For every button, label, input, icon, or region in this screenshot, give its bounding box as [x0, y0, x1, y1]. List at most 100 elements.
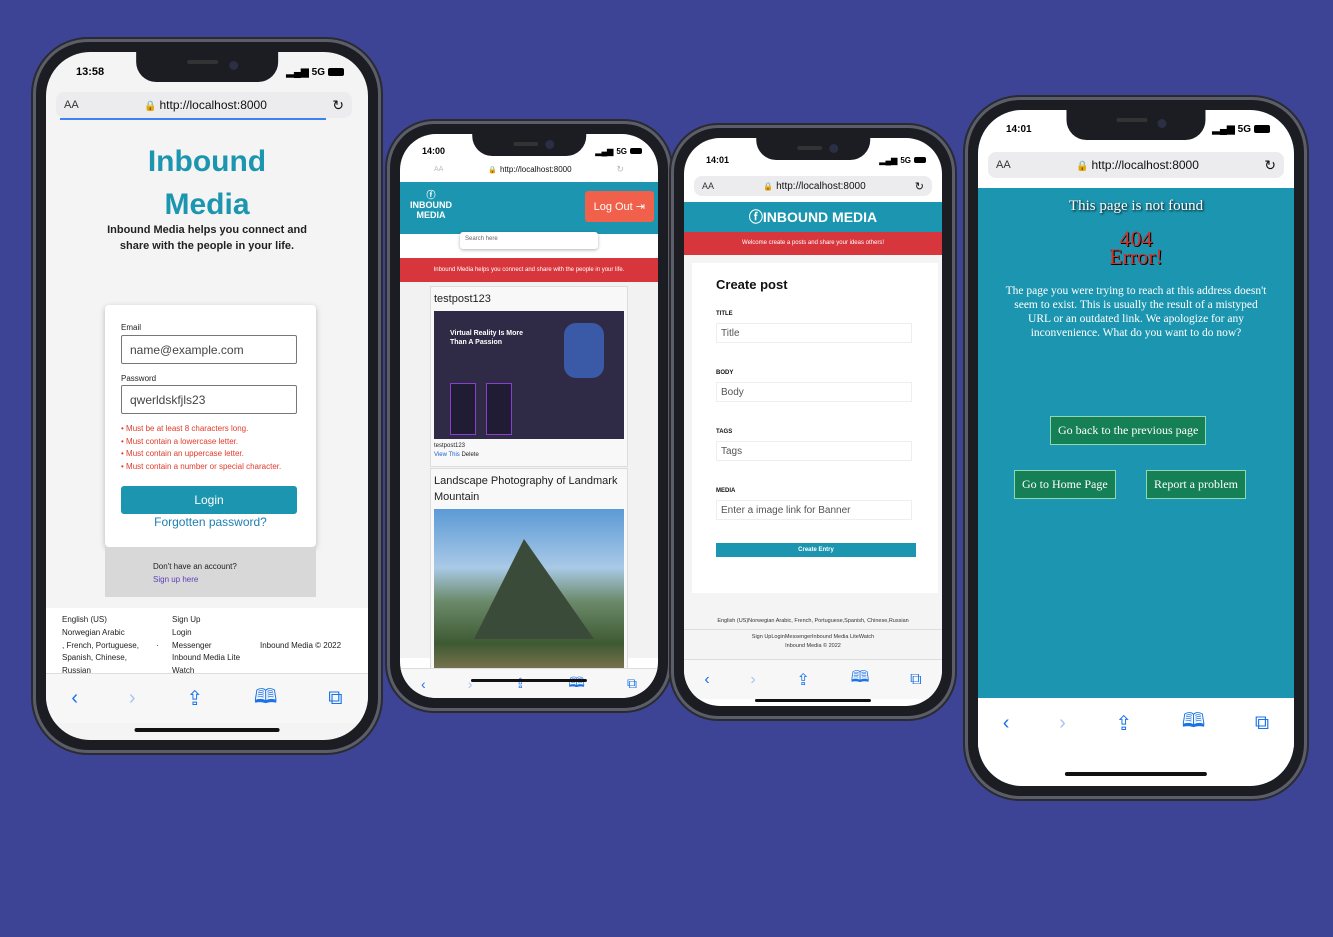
reload-icon[interactable]: ↻	[616, 164, 624, 175]
not-found-page: This page is not found 404 Error! The pa…	[978, 188, 1294, 698]
delete-link[interactable]: Delete	[461, 452, 478, 458]
url-display[interactable]: 🔒 http://localhost:8000	[1076, 158, 1199, 172]
reader-button[interactable]: AA	[434, 166, 443, 173]
browser-toolbar: ‹ › ⇪ 🕮 ⧉	[400, 668, 658, 698]
home-indicator	[1064, 772, 1208, 776]
share-icon[interactable]: ⇪	[796, 670, 809, 690]
header-title[interactable]: INBOUND MEDIA	[763, 209, 877, 225]
url-display[interactable]: 🔒 http://localhost:8000	[488, 165, 571, 174]
home-button[interactable]: Go to Home Page	[1014, 470, 1116, 499]
browser-bottom: ‹ › ⇪ 🕮 ⧉	[978, 698, 1294, 786]
back-icon[interactable]: ‹	[704, 671, 709, 689]
battery-icon	[630, 148, 642, 154]
vr-figure	[564, 323, 604, 378]
error-message: The page you were trying to reach at thi…	[1005, 285, 1267, 339]
browser-toolbar: ‹ › ⇪ 🕮 ⧉	[684, 659, 942, 699]
app-header: ⓕ INBOUND MEDIA Log Out ⇥	[400, 182, 658, 234]
forward-icon[interactable]: ›	[129, 687, 136, 710]
bookmarks-icon[interactable]: 🕮	[568, 672, 585, 696]
tabs-icon[interactable]: ⧉	[328, 687, 342, 710]
footer: English (US)Norwegian Arabic, French, Po…	[684, 611, 942, 659]
url-text: http://localhost:8000	[776, 180, 866, 192]
browser-toolbar: ‹ › ⇪ 🕮 ⧉	[978, 698, 1294, 748]
url-display[interactable]: 🔒 http://localhost:8000	[144, 98, 267, 112]
app-header: ⓕINBOUND MEDIA	[684, 202, 942, 232]
url-bar[interactable]: AA 🔒 http://localhost:8000 ↻	[694, 176, 932, 196]
view-link[interactable]: View This	[434, 452, 460, 458]
search-input[interactable]: Search here	[460, 232, 598, 249]
back-icon[interactable]: ‹	[1003, 712, 1010, 735]
battery-icon	[914, 157, 926, 163]
password-field[interactable]: qwerldskfjls23	[121, 385, 297, 414]
signal-icon: ▂▄▆	[595, 146, 614, 156]
post-card: testpost123 Virtual Reality Is More Than…	[430, 286, 628, 467]
login-card: Email name@example.com Password qwerldsk…	[105, 305, 316, 547]
post-image[interactable]: Virtual Reality Is More Than A Passion	[434, 311, 624, 439]
back-icon[interactable]: ‹	[71, 687, 78, 710]
post-image[interactable]	[434, 509, 624, 677]
bookmarks-icon[interactable]: 🕮	[1182, 706, 1206, 740]
create-post-section: Create post TITLE Title BODY Body TAGS T…	[684, 255, 942, 611]
url-bar[interactable]: AA 🔒 http://localhost:8000 ↻	[988, 152, 1284, 178]
signup-link[interactable]: Sign up here	[153, 573, 316, 586]
signal-indicator: ▂▄▆ 5G	[879, 156, 926, 165]
footer-languages[interactable]: English (US) Norwegian Arabic , French, …	[62, 614, 148, 678]
forward-icon[interactable]: ›	[750, 671, 755, 689]
post-title: Landscape Photography of Landmark Mounta…	[434, 475, 618, 503]
reload-icon[interactable]: ↻	[915, 180, 924, 193]
share-icon[interactable]: ⇪	[1115, 711, 1132, 736]
back-icon[interactable]: ‹	[421, 676, 426, 692]
footer-copyright: Inbound Media © 2022	[260, 641, 342, 650]
footer-links[interactable]: Sign Up Login Messenger Inbound Media Li…	[172, 614, 262, 678]
tagline: Inbound Media helps you connect and shar…	[107, 224, 307, 252]
reader-button[interactable]: AA	[702, 181, 714, 191]
app-logo[interactable]: ⓕ INBOUND MEDIA	[410, 190, 452, 220]
password-label: Password	[121, 374, 157, 383]
mountain-shape	[474, 539, 594, 639]
title-input[interactable]: Title	[716, 323, 912, 343]
footer-languages[interactable]: English (US)Norwegian Arabic, French, Po…	[684, 617, 942, 626]
url-bar[interactable]: AA 🔒 http://localhost:8000 ↻	[56, 92, 352, 118]
forgot-password-link[interactable]: Forgotten password?	[105, 515, 316, 529]
notch	[136, 52, 278, 82]
signal-icon: ▂▄▆	[879, 155, 898, 165]
logout-icon: ⇥	[635, 201, 645, 213]
notch	[1066, 110, 1206, 140]
forward-icon[interactable]: ›	[468, 676, 473, 692]
reload-icon[interactable]: ↻	[332, 97, 344, 114]
bookmarks-icon[interactable]: 🕮	[851, 666, 870, 693]
email-label: Email	[121, 323, 142, 332]
share-icon[interactable]: ⇪	[186, 686, 203, 711]
error-item: Must be at least 8 characters long.	[121, 423, 291, 436]
body-input[interactable]: Body	[716, 382, 912, 402]
share-icon[interactable]: ⇪	[515, 675, 527, 692]
reader-button[interactable]: AA	[996, 159, 1011, 171]
go-back-button[interactable]: Go back to the previous page	[1050, 416, 1207, 445]
tabs-icon[interactable]: ⧉	[627, 675, 637, 692]
email-field[interactable]: name@example.com	[121, 335, 297, 364]
tags-input[interactable]: Tags	[716, 441, 912, 461]
report-problem-button[interactable]: Report a problem	[1146, 470, 1246, 499]
url-text: http://localhost:8000	[159, 98, 267, 112]
tabs-icon[interactable]: ⧉	[910, 671, 921, 689]
login-button[interactable]: Login	[121, 486, 297, 514]
create-entry-button[interactable]: Create Entry	[716, 543, 916, 557]
password-errors: Must be at least 8 characters long. Must…	[121, 423, 291, 473]
brand-title: Inbound Media	[46, 140, 368, 226]
lock-icon: 🔒	[144, 101, 157, 112]
network-type: 5G	[311, 66, 325, 78]
image-block	[450, 383, 476, 435]
footer-links[interactable]: Sign UpLoginMessengerInbound Media LiteW…	[684, 633, 942, 642]
media-input[interactable]: Enter a image link for Banner	[716, 500, 912, 520]
tabs-icon[interactable]: ⧉	[1255, 712, 1269, 735]
forward-icon[interactable]: ›	[1059, 712, 1066, 735]
logout-button[interactable]: Log Out ⇥	[584, 191, 654, 222]
logo-text: INBOUND MEDIA	[410, 200, 452, 220]
url-bar[interactable]: AA 🔒 http://localhost:8000 ↻	[410, 162, 648, 176]
url-display[interactable]: 🔒 http://localhost:8000	[763, 181, 865, 192]
bookmarks-icon[interactable]: 🕮	[254, 682, 278, 716]
signal-indicator: ▂▄▆ 5G	[286, 67, 344, 78]
clock: 14:00	[422, 146, 446, 156]
reader-button[interactable]: AA	[64, 99, 79, 111]
reload-icon[interactable]: ↻	[1264, 157, 1276, 174]
